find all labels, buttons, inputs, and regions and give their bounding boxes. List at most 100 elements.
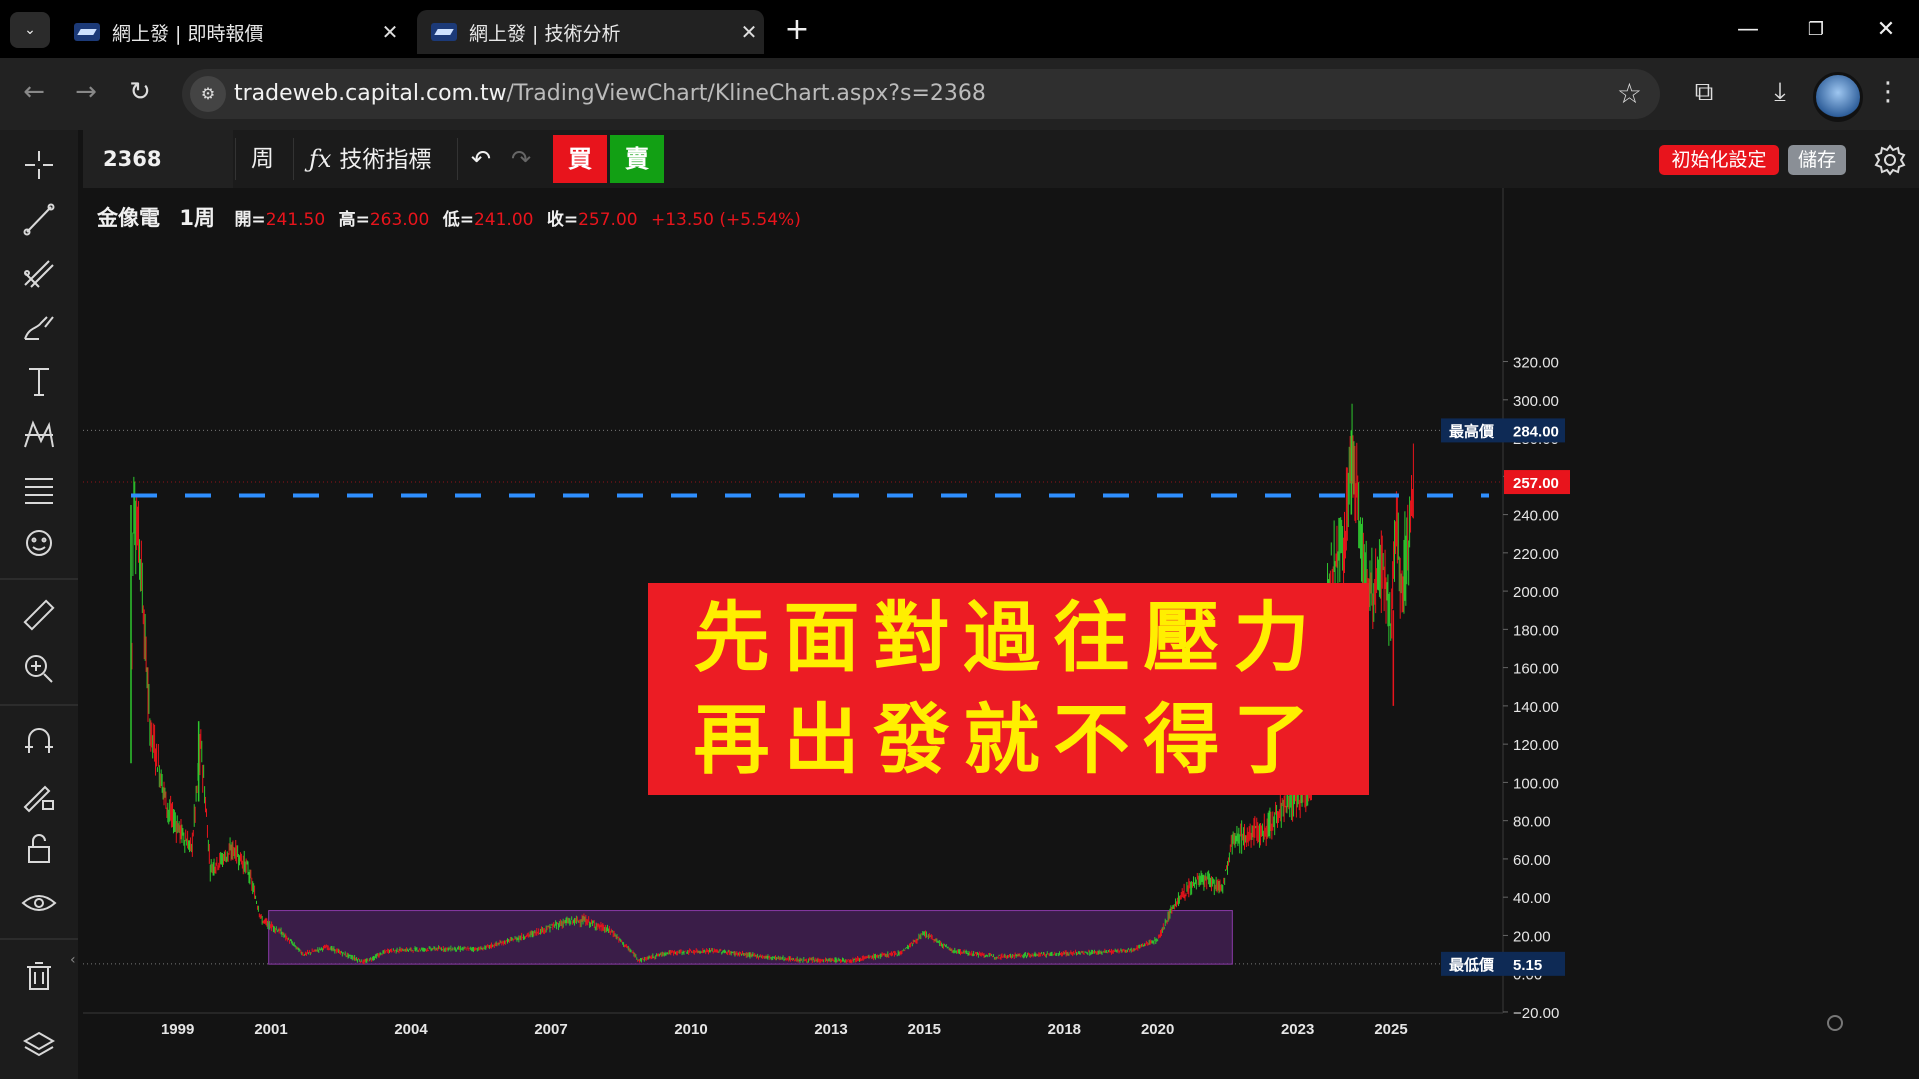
reload-icon[interactable]: ↻ <box>120 72 160 112</box>
ohlc-legend: 金像電 1周 開=241.50 高=263.00 低=241.00 收=257.… <box>97 202 809 232</box>
site-favicon-icon <box>74 23 100 41</box>
chart-area[interactable]: 320.00300.00280.00260.00240.00220.00200.… <box>83 188 1919 1079</box>
x-tick-label: 2001 <box>254 1021 287 1038</box>
pattern-icon[interactable] <box>14 412 64 458</box>
undo-icon[interactable]: ↶ <box>471 130 491 188</box>
toolbar-divider <box>0 578 78 580</box>
layers-icon[interactable] <box>14 1022 64 1068</box>
more-menu-icon[interactable]: ⋮ <box>1870 74 1906 110</box>
url-path: /TradingViewChart/KlineChart.aspx?s=2368 <box>506 81 986 106</box>
y-tick-label: 120.00 <box>1513 737 1559 754</box>
forward-arrow-icon[interactable]: → <box>66 72 106 112</box>
open-label: 開= <box>234 210 266 230</box>
url-text[interactable]: tradeweb.capital.com.tw/TradingViewChart… <box>234 81 986 106</box>
y-tick-label: 320.00 <box>1513 355 1559 372</box>
site-info-icon[interactable]: ⚙ <box>190 76 226 112</box>
restore-window-icon[interactable]: ❐ <box>1786 8 1846 52</box>
address-bar[interactable]: ⚙ tradeweb.capital.com.tw/TradingViewCha… <box>182 69 1660 119</box>
sell-button[interactable]: 賣 <box>610 135 664 183</box>
function-fx-icon: ƒx <box>309 145 332 173</box>
close-label: 收= <box>546 210 579 230</box>
trend-line-icon[interactable] <box>14 196 64 242</box>
lock-drawing-icon[interactable] <box>14 772 64 818</box>
toolbar-divider <box>0 938 78 940</box>
low-marker-value: 5.15 <box>1513 957 1542 974</box>
high-marker-value: 284.00 <box>1513 423 1559 440</box>
x-tick-label: 2004 <box>394 1021 428 1038</box>
back-arrow-icon[interactable]: ← <box>14 72 54 112</box>
indicators-button[interactable]: ƒx 技術指標 <box>309 130 431 188</box>
site-favicon-icon <box>431 23 457 41</box>
tab-title: 網上發 | 即時報價 <box>112 22 264 45</box>
close-window-icon[interactable]: ✕ <box>1856 8 1916 52</box>
fib-levels-icon[interactable] <box>14 466 64 512</box>
x-tick-label: 2010 <box>674 1021 707 1038</box>
banner-line-2: 再出發就不得了 <box>693 695 1324 784</box>
browser-toolbar: ← → ↻ ⚙ tradeweb.capital.com.tw/TradingV… <box>0 58 1919 130</box>
high-label: 高= <box>338 210 370 230</box>
period-selector[interactable]: 周 <box>251 130 274 188</box>
x-tick-label: 2015 <box>908 1021 941 1038</box>
minimize-icon[interactable]: — <box>1718 8 1778 52</box>
stock-name: 金像電 <box>97 206 160 230</box>
tab-search-chevron-icon[interactable]: ⌄ <box>10 12 50 48</box>
tab-technical-analysis[interactable]: 網上發 | 技術分析 ✕ <box>417 10 764 54</box>
y-tick-label: 60.00 <box>1513 852 1551 869</box>
bookmark-star-icon[interactable]: ☆ <box>1617 77 1642 110</box>
pitchfork-icon[interactable] <box>14 250 64 296</box>
collapse-toolbar-chevron-icon[interactable]: ‹ <box>70 952 80 990</box>
y-tick-label: 140.00 <box>1513 699 1559 716</box>
low-label: 低= <box>442 210 474 230</box>
symbol-search[interactable]: 2368 <box>83 130 233 188</box>
change-value: +13.50 (+5.54%) <box>651 210 801 230</box>
toolbar-divider <box>235 138 236 180</box>
drawing-toolbar: ‹ <box>0 130 78 1079</box>
y-tick-label: 160.00 <box>1513 661 1559 678</box>
y-tick-label: 100.00 <box>1513 775 1559 792</box>
redo-icon[interactable]: ↷ <box>511 130 531 188</box>
last-price-value: 257.00 <box>1513 475 1559 492</box>
x-tick-label: 2013 <box>814 1021 847 1038</box>
trash-icon[interactable] <box>14 952 64 998</box>
close-tab-icon[interactable]: ✕ <box>734 20 764 44</box>
y-tick-label: 300.00 <box>1513 393 1559 410</box>
new-tab-plus-icon[interactable]: + <box>780 14 814 48</box>
download-icon[interactable]: ⤓ <box>1762 74 1798 110</box>
tab-realtime-quote[interactable]: 網上發 | 即時報價 ✕ <box>60 10 405 54</box>
y-tick-label: 200.00 <box>1513 584 1559 601</box>
trading-app: ‹ 2368 周 ƒx 技術指標 ↶ ↷ 買 賣 初始化設定 儲存 320.00 3… <box>0 130 1919 1079</box>
low-value: 241.00 <box>473 210 534 230</box>
toolbar-divider <box>0 704 78 706</box>
crosshair-icon[interactable] <box>14 142 64 188</box>
x-tick-label: 2018 <box>1048 1021 1081 1038</box>
ruler-icon[interactable] <box>14 592 64 638</box>
url-host: tradeweb.capital.com.tw <box>234 81 507 106</box>
x-tick-label: 1999 <box>161 1021 194 1038</box>
low-marker-label: 最低價 <box>1449 956 1495 974</box>
unlock-icon[interactable] <box>14 826 64 872</box>
x-tick-label: 2007 <box>534 1021 567 1038</box>
open-value: 241.50 <box>265 210 326 230</box>
y-tick-label: 80.00 <box>1513 814 1551 831</box>
magnet-icon[interactable] <box>14 718 64 764</box>
close-value: 257.00 <box>578 210 638 230</box>
close-tab-icon[interactable]: ✕ <box>375 20 405 44</box>
zoom-in-icon[interactable] <box>14 646 64 692</box>
x-tick-label: 2023 <box>1281 1021 1314 1038</box>
visibility-eye-icon[interactable] <box>14 880 64 926</box>
y-tick-label: 40.00 <box>1513 890 1551 907</box>
extensions-puzzle-icon[interactable]: ⧉ <box>1686 74 1722 110</box>
text-tool-icon[interactable] <box>14 358 64 404</box>
brush-icon[interactable] <box>14 304 64 350</box>
chart-header-toolbar: 2368 周 ƒx 技術指標 ↶ ↷ 買 賣 初始化設定 儲存 <box>83 130 1919 188</box>
indicators-label: 技術指標 <box>339 147 432 173</box>
save-button[interactable]: 儲存 <box>1788 145 1846 175</box>
y-tick-label: −20.00 <box>1513 1005 1559 1022</box>
settings-gear-icon[interactable] <box>1870 140 1910 180</box>
reset-settings-button[interactable]: 初始化設定 <box>1659 145 1779 175</box>
chart-period: 1周 <box>179 206 216 230</box>
profile-avatar[interactable] <box>1813 72 1863 122</box>
emoji-icon[interactable] <box>14 520 64 566</box>
tab-title: 網上發 | 技術分析 <box>469 22 621 45</box>
buy-button[interactable]: 買 <box>553 135 607 183</box>
